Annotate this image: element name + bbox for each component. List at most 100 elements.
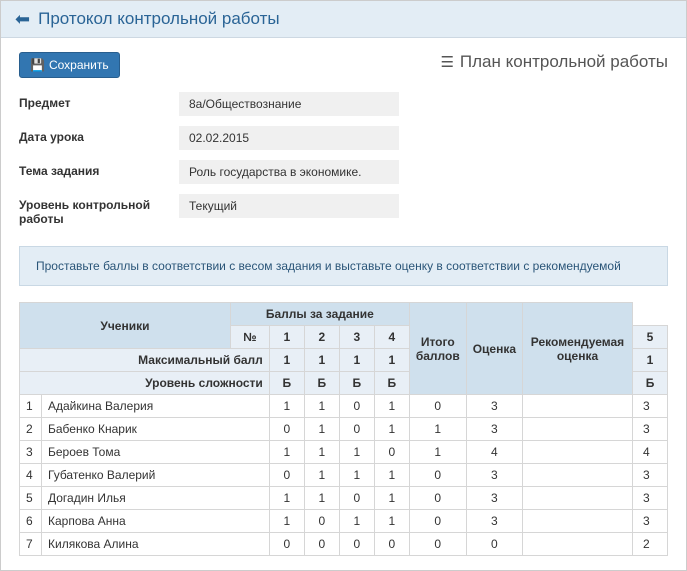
date-label: Дата урока xyxy=(19,126,179,144)
th-max-2: 1 xyxy=(304,349,339,372)
row-index: 1 xyxy=(20,395,42,418)
th-task-num-1: 1 xyxy=(269,326,304,349)
th-max-1: 1 xyxy=(269,349,304,372)
row-index: 7 xyxy=(20,533,42,556)
score-cell[interactable]: 0 xyxy=(409,464,466,487)
score-cell[interactable]: 1 xyxy=(269,395,304,418)
row-index: 2 xyxy=(20,418,42,441)
th-recommended: Рекомендуемая оценка xyxy=(523,303,633,395)
grade-cell[interactable] xyxy=(523,464,633,487)
score-cell[interactable]: 0 xyxy=(269,464,304,487)
grade-cell[interactable] xyxy=(523,510,633,533)
score-cell[interactable]: 0 xyxy=(409,533,466,556)
score-cell[interactable]: 1 xyxy=(374,418,409,441)
total-cell: 3 xyxy=(466,395,522,418)
table-row: 1Адайкина Валерия1101033 xyxy=(20,395,668,418)
table-row: 4Губатенко Валерий0111033 xyxy=(20,464,668,487)
level-label: Уровень контрольной работы xyxy=(19,194,179,226)
score-cell[interactable]: 1 xyxy=(304,487,339,510)
th-students: Ученики xyxy=(20,303,231,349)
th-diff-label: Уровень сложности xyxy=(20,372,270,395)
plan-link-label: План контрольной работы xyxy=(460,52,668,72)
score-cell[interactable]: 1 xyxy=(304,464,339,487)
recommended-cell: 3 xyxy=(633,510,668,533)
total-cell: 0 xyxy=(466,533,522,556)
score-cell[interactable]: 0 xyxy=(409,487,466,510)
score-cell[interactable]: 1 xyxy=(374,395,409,418)
score-cell[interactable]: 1 xyxy=(339,441,374,464)
recommended-cell: 2 xyxy=(633,533,668,556)
score-cell[interactable]: 0 xyxy=(374,533,409,556)
score-cell[interactable]: 0 xyxy=(269,418,304,441)
th-task-num-5: 5 xyxy=(633,326,668,349)
subject-value: 8а/Обществознание xyxy=(179,92,399,116)
score-cell[interactable]: 1 xyxy=(304,441,339,464)
th-no: № xyxy=(230,326,269,349)
grade-cell[interactable] xyxy=(523,418,633,441)
grade-cell[interactable] xyxy=(523,395,633,418)
total-cell: 4 xyxy=(466,441,522,464)
score-cell[interactable]: 1 xyxy=(269,487,304,510)
recommended-cell: 3 xyxy=(633,418,668,441)
table-row: 3Бероев Тома1110144 xyxy=(20,441,668,464)
score-cell[interactable]: 1 xyxy=(304,418,339,441)
th-task-num-4: 4 xyxy=(374,326,409,349)
score-cell[interactable]: 1 xyxy=(409,418,466,441)
page-header: ⬅ Протокол контрольной работы xyxy=(1,1,686,38)
score-cell[interactable]: 0 xyxy=(339,395,374,418)
grade-cell[interactable] xyxy=(523,533,633,556)
save-button-label: Сохранить xyxy=(49,58,109,72)
student-name: Губатенко Валерий xyxy=(42,464,270,487)
score-cell[interactable]: 1 xyxy=(409,441,466,464)
score-cell[interactable]: 0 xyxy=(339,418,374,441)
grade-cell[interactable] xyxy=(523,487,633,510)
score-cell[interactable]: 0 xyxy=(304,510,339,533)
back-arrow-icon[interactable]: ⬅ xyxy=(15,10,30,28)
row-index: 3 xyxy=(20,441,42,464)
total-cell: 3 xyxy=(466,464,522,487)
th-diff-4: Б xyxy=(374,372,409,395)
score-cell[interactable]: 1 xyxy=(269,510,304,533)
score-cell[interactable]: 1 xyxy=(304,395,339,418)
recommended-cell: 3 xyxy=(633,464,668,487)
grade-cell[interactable] xyxy=(523,441,633,464)
th-diff-1: Б xyxy=(269,372,304,395)
topic-value: Роль государства в экономике. xyxy=(179,160,399,184)
level-value: Текущий xyxy=(179,194,399,218)
th-max-5: 1 xyxy=(633,349,668,372)
row-index: 5 xyxy=(20,487,42,510)
th-diff-5: Б xyxy=(633,372,668,395)
student-name: Килякова Алина xyxy=(42,533,270,556)
th-task-num-3: 3 xyxy=(339,326,374,349)
total-cell: 3 xyxy=(466,487,522,510)
save-button[interactable]: 💾 Сохранить xyxy=(19,52,120,78)
score-cell[interactable]: 1 xyxy=(374,487,409,510)
table-row: 7Килякова Алина0000002 xyxy=(20,533,668,556)
score-cell[interactable]: 0 xyxy=(339,533,374,556)
row-index: 4 xyxy=(20,464,42,487)
page-title: Протокол контрольной работы xyxy=(38,9,280,29)
table-row: 5Догадин Илья1101033 xyxy=(20,487,668,510)
list-icon: ☰ xyxy=(440,53,453,71)
total-cell: 3 xyxy=(466,418,522,441)
th-max-label: Максимальный балл xyxy=(20,349,270,372)
recommended-cell: 3 xyxy=(633,487,668,510)
plan-link[interactable]: ☰ План контрольной работы xyxy=(440,52,668,72)
score-cell[interactable]: 1 xyxy=(269,441,304,464)
th-max-3: 1 xyxy=(339,349,374,372)
table-row: 6Карпова Анна1011033 xyxy=(20,510,668,533)
score-cell[interactable]: 0 xyxy=(374,441,409,464)
score-cell[interactable]: 0 xyxy=(269,533,304,556)
score-cell[interactable]: 1 xyxy=(374,464,409,487)
student-name: Карпова Анна xyxy=(42,510,270,533)
score-cell[interactable]: 0 xyxy=(304,533,339,556)
row-index: 6 xyxy=(20,510,42,533)
th-max-4: 1 xyxy=(374,349,409,372)
score-cell[interactable]: 1 xyxy=(339,464,374,487)
score-cell[interactable]: 0 xyxy=(409,510,466,533)
score-cell[interactable]: 0 xyxy=(409,395,466,418)
score-cell[interactable]: 1 xyxy=(374,510,409,533)
score-cell[interactable]: 0 xyxy=(339,487,374,510)
score-cell[interactable]: 1 xyxy=(339,510,374,533)
th-total: Итого баллов xyxy=(409,303,466,395)
